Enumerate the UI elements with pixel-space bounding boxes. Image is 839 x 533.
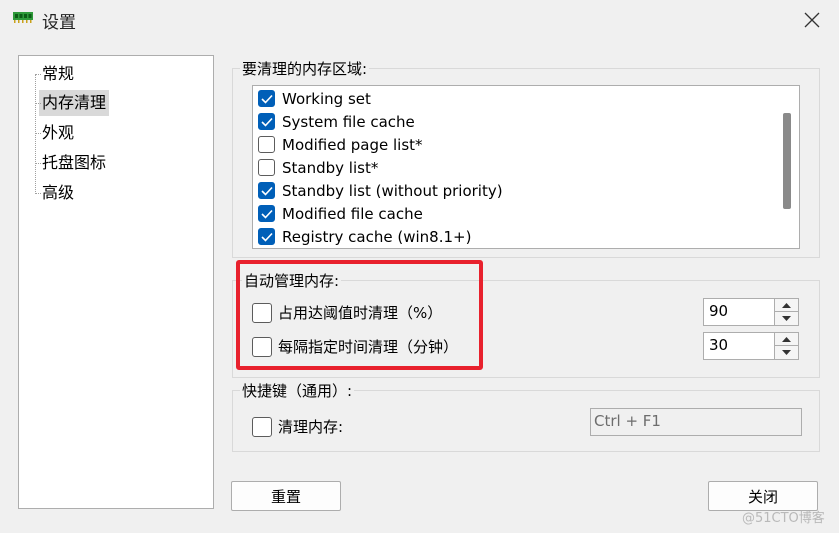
window-title: 设置 <box>42 13 76 33</box>
nav-item-label: 高级 <box>42 183 75 202</box>
list-item[interactable]: Registry cache (win8.1+) <box>258 225 471 248</box>
checkbox-working-set[interactable] <box>258 90 275 107</box>
check-icon <box>260 209 273 219</box>
interval-spinner[interactable]: 30 <box>703 332 799 360</box>
list-item-label: Registry cache (win8.1+) <box>282 227 472 246</box>
regions-list[interactable]: Working set System file cache Modified p… <box>252 85 800 249</box>
list-item[interactable]: Modified page list* <box>258 133 423 156</box>
check-icon <box>260 186 273 196</box>
list-item-label: Modified page list* <box>282 135 423 154</box>
nav-item-label: 内存清理 <box>42 93 107 112</box>
nav-item-general[interactable]: 常规 <box>34 61 77 87</box>
check-icon <box>260 117 273 127</box>
list-item[interactable]: Standby list (without priority) <box>258 179 503 202</box>
tree-connector <box>35 74 36 194</box>
list-item-label: Modified file cache <box>282 204 423 223</box>
nav-item-memory-clean[interactable]: 内存清理 <box>34 90 110 116</box>
list-item[interactable]: Modified file cache <box>258 202 423 225</box>
list-item[interactable]: System file cache <box>258 110 415 133</box>
list-item-label: System file cache <box>282 112 415 131</box>
memory-chip-icon <box>13 12 33 23</box>
nav-item-label: 外观 <box>42 123 75 142</box>
caret-up-icon <box>782 336 791 342</box>
annotation-highlight <box>236 260 483 370</box>
settings-nav-tree[interactable]: 常规 内存清理 外观 托盘图标 高级 <box>18 55 214 509</box>
nav-item-tray-icon[interactable]: 托盘图标 <box>34 150 109 176</box>
interval-value[interactable]: 30 <box>709 336 728 354</box>
checkbox-standby-list-no-priority[interactable] <box>258 182 275 199</box>
watermark: @51CTO博客 <box>742 511 825 526</box>
hotkey-group-label: 快捷键（通用）: <box>240 380 355 401</box>
check-icon <box>260 94 273 104</box>
list-item-label: Standby list* <box>282 158 379 177</box>
caret-down-icon <box>782 316 791 321</box>
checkbox-registry-cache[interactable] <box>258 228 275 245</box>
interval-down-button[interactable] <box>775 346 798 359</box>
reset-button[interactable]: 重置 <box>231 481 341 511</box>
nav-item-appearance[interactable]: 外观 <box>34 120 77 146</box>
scrollbar-thumb[interactable] <box>783 113 791 209</box>
checkbox-modified-page-list[interactable] <box>258 136 275 153</box>
hotkey-clean-option[interactable]: 清理内存: <box>252 416 343 437</box>
list-item-label: Standby list (without priority) <box>282 181 503 200</box>
threshold-up-button[interactable] <box>775 299 798 312</box>
caret-down-icon <box>782 350 791 355</box>
hotkey-clean-checkbox[interactable] <box>252 416 272 437</box>
list-scrollbar[interactable] <box>777 86 799 248</box>
nav-item-label: 托盘图标 <box>42 153 107 172</box>
checkbox-standby-list[interactable] <box>258 159 275 176</box>
check-icon <box>260 232 273 242</box>
title-bar: 设置 <box>0 0 839 40</box>
threshold-down-button[interactable] <box>775 312 798 325</box>
nav-item-advanced[interactable]: 高级 <box>34 180 77 206</box>
nav-item-label: 常规 <box>42 64 75 83</box>
checkbox-system-file-cache[interactable] <box>258 113 275 130</box>
threshold-spin-buttons <box>774 299 798 325</box>
caret-up-icon <box>782 302 791 308</box>
interval-up-button[interactable] <box>775 333 798 346</box>
checkbox-modified-file-cache[interactable] <box>258 205 275 222</box>
list-item[interactable]: Standby list* <box>258 156 378 179</box>
list-item-label: Working set <box>282 89 371 108</box>
interval-spin-buttons <box>774 333 798 359</box>
threshold-value[interactable]: 90 <box>709 302 728 320</box>
regions-group-label: 要清理的内存区域: <box>240 58 370 79</box>
threshold-spinner[interactable]: 90 <box>703 298 799 326</box>
hotkey-clean-label: 清理内存: <box>278 418 344 436</box>
hotkey-input[interactable]: Ctrl + F1 <box>590 408 802 436</box>
close-icon[interactable] <box>800 8 824 32</box>
list-item[interactable]: Working set <box>258 87 371 110</box>
